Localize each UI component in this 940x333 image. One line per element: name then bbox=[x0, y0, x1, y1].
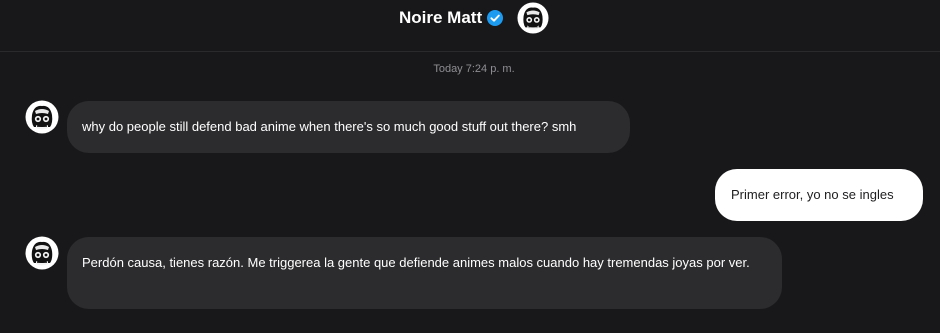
incoming-message-bubble[interactable]: Perdón causa, tienes razón. Me triggerea… bbox=[67, 237, 782, 309]
message-timestamp: Today 7:24 p. m. bbox=[433, 63, 515, 75]
outgoing-message-bubble[interactable]: Primer error, yo no se ingles bbox=[715, 169, 923, 221]
verified-badge-icon bbox=[487, 10, 504, 26]
sender-avatar-icon[interactable] bbox=[25, 100, 59, 134]
sender-avatar-icon[interactable] bbox=[25, 236, 59, 270]
contact-avatar-icon[interactable] bbox=[517, 2, 549, 34]
contact-name[interactable]: Noire Matt bbox=[399, 8, 482, 28]
chat-window: Noire Matt Today 7:24 p. m. why do peopl… bbox=[0, 0, 940, 333]
chat-header: Noire Matt bbox=[0, 0, 940, 52]
chat-header-identity[interactable]: Noire Matt bbox=[399, 2, 549, 34]
incoming-message-bubble[interactable]: why do people still defend bad anime whe… bbox=[67, 101, 630, 153]
